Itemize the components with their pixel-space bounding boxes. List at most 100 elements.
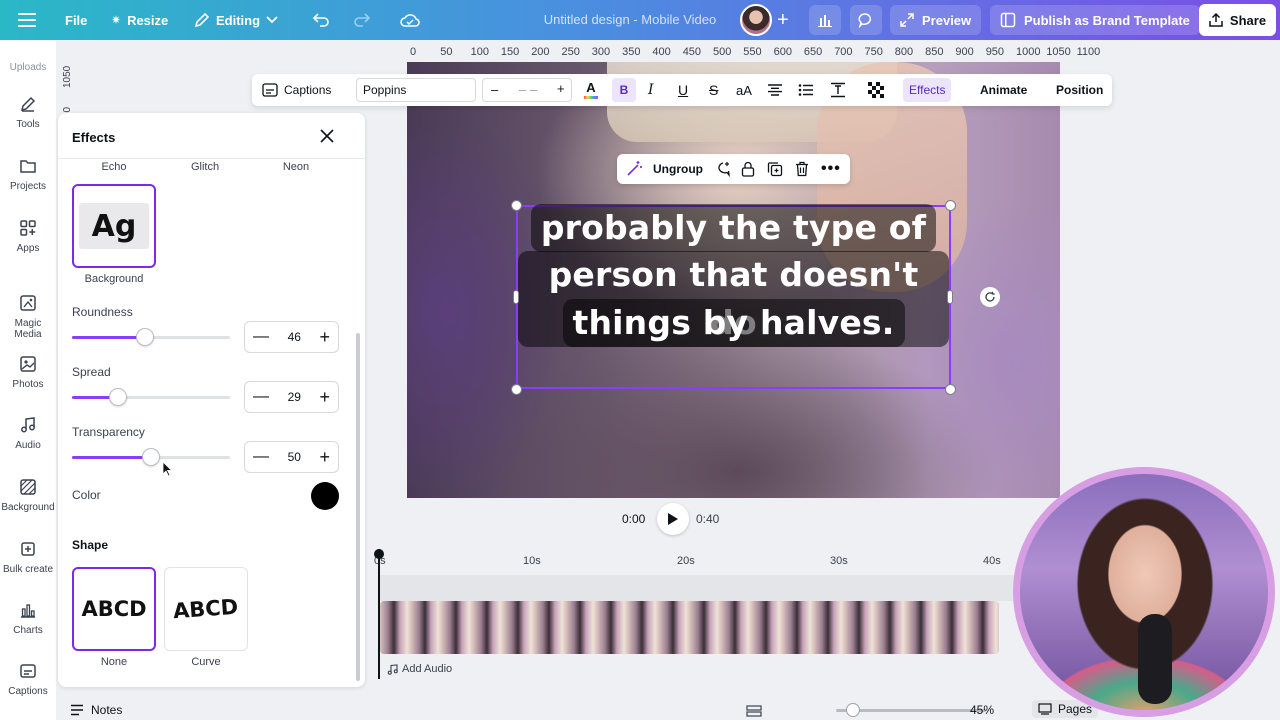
slider-thumb[interactable] (142, 448, 160, 466)
plus-icon[interactable]: + (319, 387, 330, 408)
playhead[interactable] (378, 549, 380, 679)
insights-button[interactable] (809, 5, 841, 35)
spacing-button[interactable] (830, 74, 846, 106)
transparency-button[interactable] (868, 74, 884, 106)
bold-button[interactable]: B (612, 78, 636, 102)
more-options-icon[interactable]: ••• (821, 160, 841, 178)
captions-button[interactable]: Captions (262, 74, 331, 106)
magic-wand-icon[interactable] (625, 160, 643, 178)
close-icon[interactable] (320, 129, 334, 143)
play-button[interactable] (657, 503, 689, 535)
align-button[interactable] (767, 74, 783, 106)
resize-handle-left[interactable] (513, 290, 519, 304)
spread-slider[interactable] (72, 388, 230, 406)
resize-handle-bottom-right[interactable] (945, 384, 956, 395)
list-button[interactable] (798, 74, 814, 106)
effects-button[interactable]: Effects (903, 78, 952, 102)
comment-button[interactable] (850, 5, 882, 35)
plus-icon[interactable]: + (319, 447, 330, 468)
rail-item-audio[interactable]: Audio (0, 416, 56, 451)
spread-stepper: — 29 + (244, 381, 339, 413)
rail-item-bulk-create[interactable]: Bulk create (0, 540, 56, 575)
roundness-slider[interactable] (72, 328, 230, 346)
shape-option-none[interactable]: ABCD (72, 567, 156, 651)
minus-icon[interactable]: — (253, 328, 269, 346)
undo-button[interactable] (312, 0, 330, 40)
transparency-value[interactable]: 50 (288, 450, 301, 464)
minus-icon[interactable]: — (253, 388, 269, 406)
rail-item-uploads[interactable]: Uploads (0, 62, 56, 73)
rail-item-tools[interactable]: Tools (0, 95, 56, 130)
element-context-toolbar: Ungroup ••• (617, 154, 850, 184)
font-size-input[interactable]: – – (519, 82, 537, 97)
add-collaborator-button[interactable]: + (777, 0, 789, 40)
rail-item-charts[interactable]: Charts (0, 601, 56, 636)
shape-option-curve[interactable]: ABCD (164, 567, 248, 651)
effect-option-background[interactable]: Ag (72, 184, 156, 268)
lock-icon[interactable] (741, 161, 755, 177)
resize-handle-bottom-left[interactable] (511, 384, 522, 395)
comment-add-icon[interactable] (715, 161, 731, 177)
publish-brand-template-button[interactable]: Publish as Brand Template (990, 5, 1200, 35)
spread-value[interactable]: 29 (288, 390, 301, 404)
minus-icon[interactable]: — (253, 448, 269, 466)
increase-font-size-button[interactable]: + (557, 81, 565, 96)
rotate-handle[interactable] (980, 287, 1000, 307)
font-family-select[interactable]: Poppins (356, 78, 476, 102)
trash-icon[interactable] (795, 161, 809, 177)
effect-option-echo[interactable]: Echo (72, 161, 156, 173)
duplicate-icon[interactable] (767, 161, 783, 177)
rail-item-photos[interactable]: Photos (0, 355, 56, 390)
rail-item-background[interactable]: Background (0, 478, 56, 513)
share-button[interactable]: Share (1199, 4, 1276, 36)
ruler-label: 850 (925, 46, 944, 58)
rail-item-captions[interactable]: Captions (0, 662, 56, 697)
zoom-slider-thumb[interactable] (846, 703, 860, 717)
animate-button[interactable]: Animate (980, 74, 1027, 106)
decrease-font-size-button[interactable]: – (491, 82, 498, 97)
rail-item-projects[interactable]: Projects (0, 157, 56, 192)
position-button[interactable]: Position (1056, 74, 1103, 106)
underline-button[interactable]: U (678, 74, 688, 106)
roundness-value[interactable]: 46 (288, 330, 301, 344)
slider-thumb[interactable] (109, 388, 127, 406)
plus-icon[interactable]: + (319, 327, 330, 348)
playhead-handle[interactable] (374, 549, 384, 559)
roundness-stepper: — 46 + (244, 321, 339, 353)
file-menu[interactable]: File (65, 0, 87, 40)
chevron-down-icon (266, 16, 278, 24)
italic-button[interactable]: I (648, 74, 654, 106)
preview-button[interactable]: Preview (890, 5, 982, 35)
panel-scrollbar[interactable] (356, 333, 360, 681)
resize-handle-top-right[interactable] (945, 200, 956, 211)
ruler-label: 1000 (1016, 46, 1041, 58)
effect-option-neon[interactable]: Neon (254, 161, 338, 173)
menu-button[interactable] (18, 0, 36, 40)
effect-option-glitch[interactable]: Glitch (163, 161, 247, 173)
caption-text-box[interactable]: probably the type of person that doesn't… (516, 204, 951, 389)
cloud-save-button[interactable] (400, 0, 420, 40)
resize-handle-top-left[interactable] (511, 200, 522, 211)
timeline-track[interactable] (380, 575, 1035, 601)
avatar[interactable] (740, 4, 772, 36)
resize-handle-right[interactable] (947, 290, 953, 304)
redo-button[interactable] (353, 0, 371, 40)
timeline-toggle-icon[interactable] (746, 702, 762, 718)
rail-item-magic-media[interactable]: Magic Media (0, 294, 56, 340)
slider-thumb[interactable] (136, 328, 154, 346)
transparency-slider[interactable] (72, 448, 230, 466)
video-clip[interactable] (380, 601, 999, 654)
zoom-level[interactable]: 45% (970, 703, 994, 717)
notes-button[interactable]: Notes (70, 703, 122, 717)
text-color-button[interactable]: A (584, 74, 598, 106)
rail-item-apps[interactable]: Apps (0, 219, 56, 254)
ungroup-button[interactable]: Ungroup (653, 162, 703, 176)
editing-mode-button[interactable]: Editing (194, 0, 278, 40)
font-size-control: – – – + (482, 78, 572, 102)
design-title[interactable]: Untitled design - Mobile Video (510, 0, 750, 40)
resize-button[interactable]: ✷ Resize (111, 0, 168, 40)
color-swatch[interactable] (311, 482, 339, 510)
add-audio-button[interactable]: Add Audio (387, 663, 452, 675)
strikethrough-button[interactable]: S (709, 74, 718, 106)
letter-case-button[interactable]: aA (736, 74, 752, 106)
